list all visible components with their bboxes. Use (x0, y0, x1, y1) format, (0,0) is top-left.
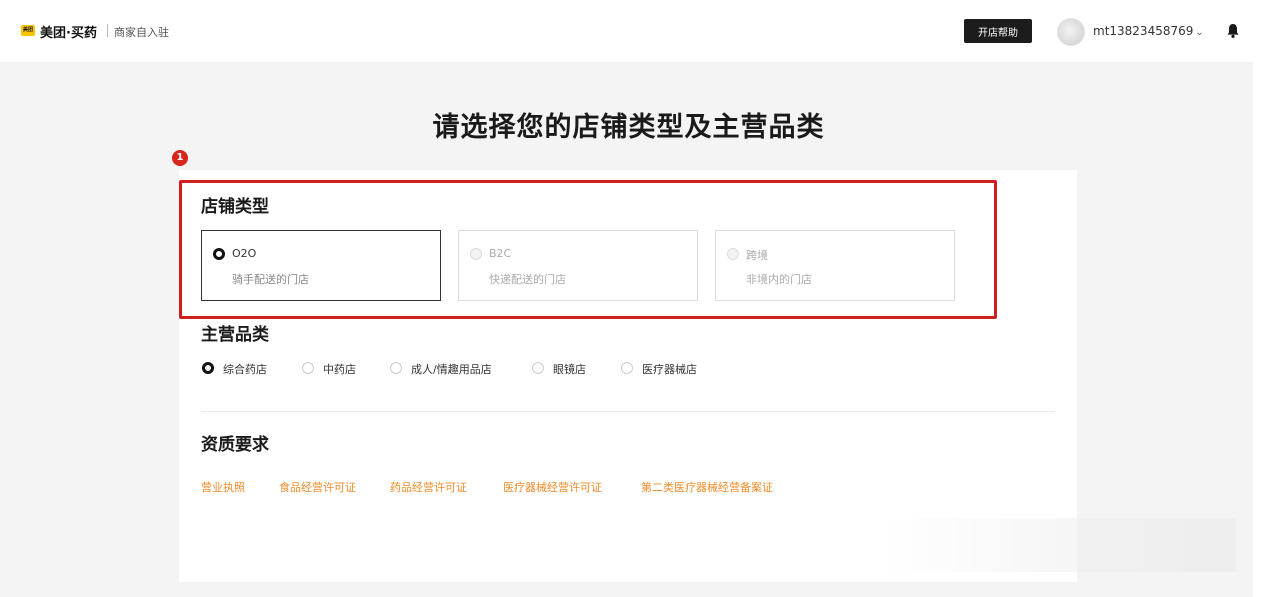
category-option-medical-device[interactable]: 医疗器械店 (621, 360, 711, 376)
step-badge: 1 (172, 150, 188, 166)
help-button[interactable]: 开店帮助 (964, 19, 1032, 43)
radio-unchecked-icon (390, 362, 402, 374)
avatar[interactable] (1057, 18, 1085, 46)
brand-name: 美团·买药 (40, 26, 97, 41)
category-option-adult[interactable]: 成人/情趣用品店 (390, 360, 510, 376)
category-option-tcm[interactable]: 中药店 (302, 360, 372, 376)
category-label: 医疗器械店 (642, 363, 697, 376)
qualification-link-business-license[interactable]: 营业执照 (201, 479, 245, 495)
brand-divider (107, 24, 108, 37)
category-label: 中药店 (323, 363, 356, 376)
section-divider (201, 411, 1055, 412)
category-label: 综合药店 (223, 363, 267, 376)
category-title: 主营品类 (201, 325, 269, 345)
qualification-link-class2-device-record[interactable]: 第二类医疗器械经营备案证 (641, 479, 773, 495)
user-menu[interactable]: mt13823458769 ⌄ (1093, 24, 1204, 38)
radio-unchecked-icon (302, 362, 314, 374)
category-label: 成人/情趣用品店 (411, 363, 492, 376)
radio-checked-icon (202, 362, 214, 374)
brand-subtitle: 商家自入驻 (114, 26, 169, 39)
category-label: 眼镜店 (553, 363, 586, 376)
top-bar: 美团 美团·买药 商家自入驻 开店帮助 mt13823458769 ⌄ (0, 0, 1253, 62)
category-option-pharmacy[interactable]: 综合药店 (202, 360, 282, 376)
qualification-link-food-permit[interactable]: 食品经营许可证 (279, 479, 356, 495)
faded-footer-bar (880, 518, 1236, 572)
radio-unchecked-icon (621, 362, 633, 374)
highlight-frame (179, 180, 997, 319)
page-title: 请选择您的店铺类型及主营品类 (432, 112, 825, 143)
qualification-link-drug-permit[interactable]: 药品经营许可证 (390, 479, 467, 495)
bell-icon[interactable] (1226, 23, 1240, 39)
category-option-optical[interactable]: 眼镜店 (532, 360, 602, 376)
radio-unchecked-icon (532, 362, 544, 374)
username-label: mt13823458769 (1093, 24, 1194, 38)
meituan-logo: 美团 (21, 25, 35, 36)
qualification-link-device-permit[interactable]: 医疗器械经营许可证 (503, 479, 602, 495)
qualification-title: 资质要求 (201, 435, 269, 455)
chevron-down-icon: ⌄ (1195, 27, 1204, 38)
